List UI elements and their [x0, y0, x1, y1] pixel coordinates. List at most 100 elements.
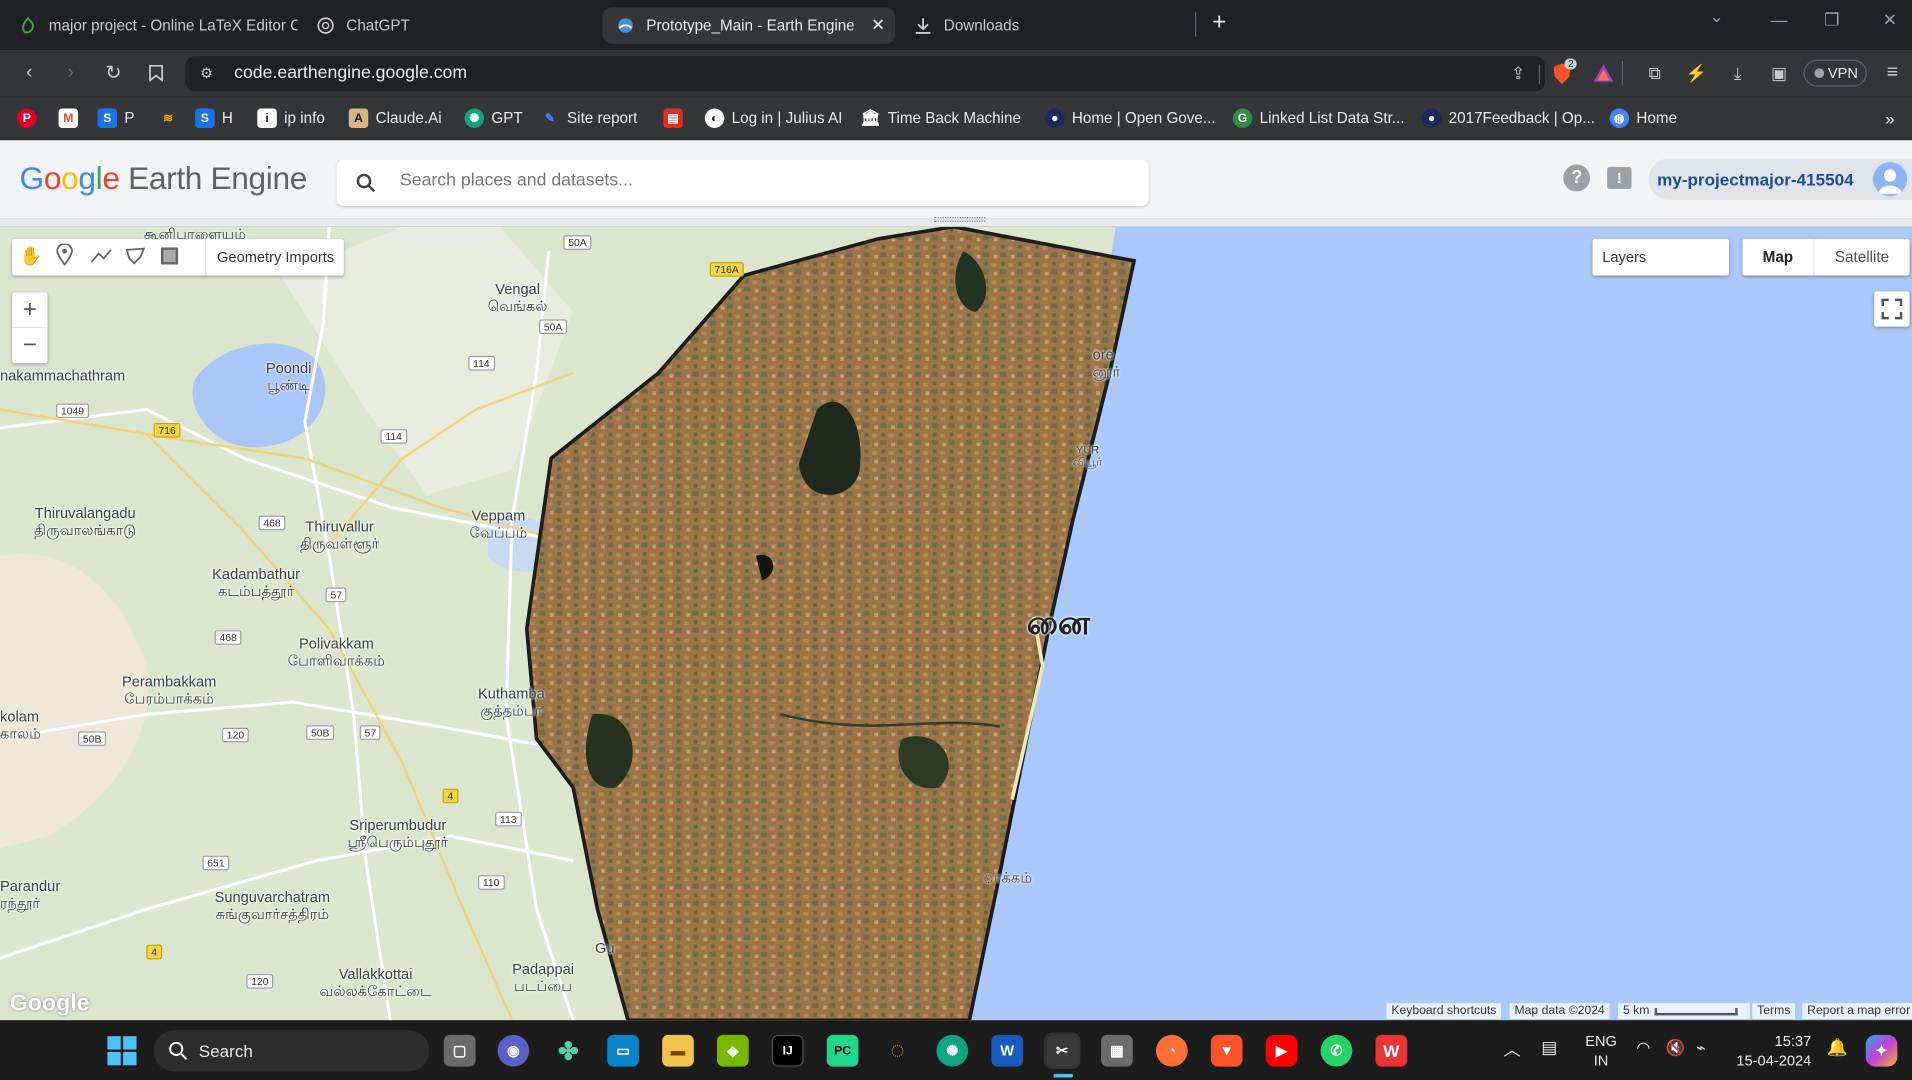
brave-rewards-icon[interactable] [1593, 63, 1615, 89]
forward-icon[interactable]: › [59, 61, 83, 85]
share-icon[interactable]: ⇪ [1511, 63, 1525, 84]
project-selector[interactable]: my-projectmajor-415504 [1648, 158, 1912, 200]
browser-tab-bar: major project - Online LaTeX Editor O Ch… [0, 0, 1912, 50]
new-tab-button[interactable]: + [1212, 9, 1226, 37]
close-tab-icon[interactable]: ✕ [871, 15, 885, 36]
map-canvas[interactable]: கூனிபாளையம் Vengal வெங்கல் Poondi பூண்டி… [0, 226, 1912, 1021]
vpn-button[interactable]: VPN [1803, 59, 1867, 87]
scale-bar[interactable]: 5 km [1618, 1003, 1750, 1020]
bookmark-item[interactable]: SP [97, 107, 135, 129]
taskbar-search[interactable]: Search [153, 1030, 430, 1072]
word-icon[interactable]: W [991, 1034, 1024, 1067]
polygon-tool-icon[interactable] [125, 247, 146, 270]
bookmark-item[interactable]: ● Home | Open Gove... [1045, 107, 1216, 129]
file-explorer-icon[interactable]: ▬ [662, 1034, 694, 1067]
bookmark-item[interactable]: ◍ Home [1609, 107, 1677, 129]
reload-icon[interactable]: ↻ [101, 61, 125, 85]
avatar[interactable] [1872, 162, 1908, 197]
input-language[interactable]: ENG IN [1585, 1031, 1617, 1070]
tab-search-chevron-icon[interactable]: ⌄ [1710, 6, 1724, 27]
pan-hand-icon[interactable]: ✋ [20, 245, 43, 267]
bookmark-item[interactable]: ≋ [159, 107, 186, 129]
wps-office-icon[interactable]: W [1375, 1034, 1408, 1067]
battery-icon[interactable]: ⌁ [1696, 1039, 1706, 1059]
tab-latex[interactable]: major project - Online LaTeX Editor O [5, 7, 298, 44]
task-view-icon[interactable]: ▢ [443, 1034, 476, 1067]
leo-icon[interactable]: ⚡ [1684, 61, 1708, 85]
chatgpt-app-icon[interactable]: ✺ [936, 1034, 969, 1067]
desktop-icon[interactable]: ▭ [607, 1034, 639, 1067]
downloads-icon[interactable]: ⤓ [1725, 61, 1749, 85]
bookmark-item[interactable]: A Claude.Ai [348, 107, 442, 129]
close-window-icon[interactable]: ✕ [1883, 10, 1897, 31]
calculator-icon[interactable]: ▦ [1101, 1034, 1133, 1067]
bookmark-item[interactable]: M [58, 107, 86, 129]
feedback-icon[interactable]: ! [1607, 166, 1632, 189]
map-type-map-button[interactable]: Map [1743, 239, 1814, 276]
bookmark-item[interactable]: P [17, 107, 44, 129]
extensions-icon[interactable]: ⧉ [1643, 61, 1667, 85]
zoom-in-button[interactable]: + [12, 293, 48, 328]
youtube-icon[interactable]: ▶ [1265, 1034, 1298, 1067]
brave-icon[interactable]: ▼ [1210, 1034, 1243, 1067]
nvidia-icon[interactable]: ◈ [717, 1034, 749, 1067]
fullscreen-button[interactable] [1874, 291, 1910, 327]
notifications-icon[interactable]: 🔔 [1827, 1037, 1848, 1058]
intellij-icon[interactable]: IJ [771, 1034, 804, 1067]
teams-icon[interactable]: ◉ [497, 1034, 530, 1067]
tab-earth-engine[interactable]: Prototype_Main - Earth Engine C ✕ [602, 7, 896, 44]
pycharm-icon[interactable]: PC [826, 1034, 859, 1067]
panel-splitter[interactable] [0, 216, 1912, 227]
clock[interactable]: 15:37 15-04-2024 [1736, 1031, 1811, 1070]
volume-muted-icon[interactable]: 🔇 [1666, 1039, 1686, 1059]
bookmark-item[interactable]: 🏛 Time Back Machine [861, 107, 1021, 129]
whatsapp-icon[interactable]: ✆ [1320, 1034, 1353, 1067]
tab-chatgpt[interactable]: ChatGPT [302, 7, 595, 44]
search-input[interactable] [399, 170, 1120, 191]
bookmark-item[interactable]: SH [195, 107, 233, 129]
line-tool-icon[interactable] [90, 247, 112, 270]
report-map-error-link[interactable]: Report a map error [1802, 1003, 1912, 1020]
bookmark-item[interactable]: ✺ GPT [464, 107, 523, 129]
site-settings-icon[interactable]: ⚙ [200, 65, 213, 82]
map-type-satellite-button[interactable]: Satellite [1813, 238, 1909, 276]
address-bar[interactable]: ⚙ code.earthengine.google.com ⇪ [185, 56, 1545, 92]
bookmarks-overflow-icon[interactable]: » [1885, 107, 1895, 129]
drag-handle[interactable] [934, 216, 986, 222]
bookmark-item[interactable]: ✎ Site report [540, 107, 638, 129]
bookmark-item[interactable]: G Linked List Data Str... [1232, 107, 1405, 129]
widgets-icon[interactable]: ✤ [552, 1035, 584, 1067]
tray-device-icon[interactable]: ▤ [1541, 1037, 1557, 1058]
help-icon[interactable]: ? [1563, 164, 1591, 192]
firefox-icon[interactable]: ◔ [1155, 1034, 1188, 1067]
keyboard-shortcuts-link[interactable]: Keyboard shortcuts [1386, 1003, 1502, 1020]
restore-icon[interactable]: ❐ [1824, 10, 1839, 31]
jupyter-icon[interactable]: ◌ [882, 1035, 914, 1067]
open-gov-icon: ● [1045, 108, 1065, 128]
menu-icon[interactable]: ≡ [1880, 61, 1904, 85]
copilot-icon[interactable]: ✦ [1865, 1034, 1898, 1067]
snipping-tool-icon[interactable]: ✂ [1043, 1032, 1081, 1070]
bookmark-item[interactable]: ▤ [663, 107, 690, 129]
brave-shields-icon[interactable]: 2 [1551, 58, 1578, 85]
windows-start-icon[interactable] [107, 1036, 137, 1066]
zoom-out-button[interactable]: − [12, 328, 47, 363]
layers-dropdown[interactable]: Layers [1592, 238, 1730, 276]
bookmark-icon[interactable] [144, 61, 168, 85]
bookmark-item[interactable]: ◐ Log in | Julius AI [704, 107, 842, 129]
wallet-icon[interactable]: ▣ [1767, 61, 1791, 85]
tab-downloads[interactable]: Downloads [900, 7, 1193, 44]
bookmark-item[interactable]: ● 2017Feedback | Op... [1421, 107, 1595, 129]
point-marker-icon[interactable] [56, 242, 73, 272]
bookmark-item[interactable]: i ip info [257, 107, 325, 129]
tray-overflow-chevron-icon[interactable]: ︿ [1504, 1037, 1521, 1061]
geometry-imports-button[interactable]: Geometry Imports [204, 238, 344, 276]
overleaf-icon [20, 17, 37, 34]
back-icon[interactable]: ‹ [17, 61, 41, 85]
minimize-icon[interactable]: — [1771, 10, 1788, 30]
wifi-icon[interactable]: ◠ [1636, 1039, 1650, 1059]
rectangle-tool-icon[interactable] [160, 247, 179, 265]
search-box[interactable] [336, 159, 1149, 207]
terms-link[interactable]: Terms [1752, 1003, 1796, 1020]
earth-engine-logo[interactable]: Google Earth Engine [20, 160, 308, 198]
